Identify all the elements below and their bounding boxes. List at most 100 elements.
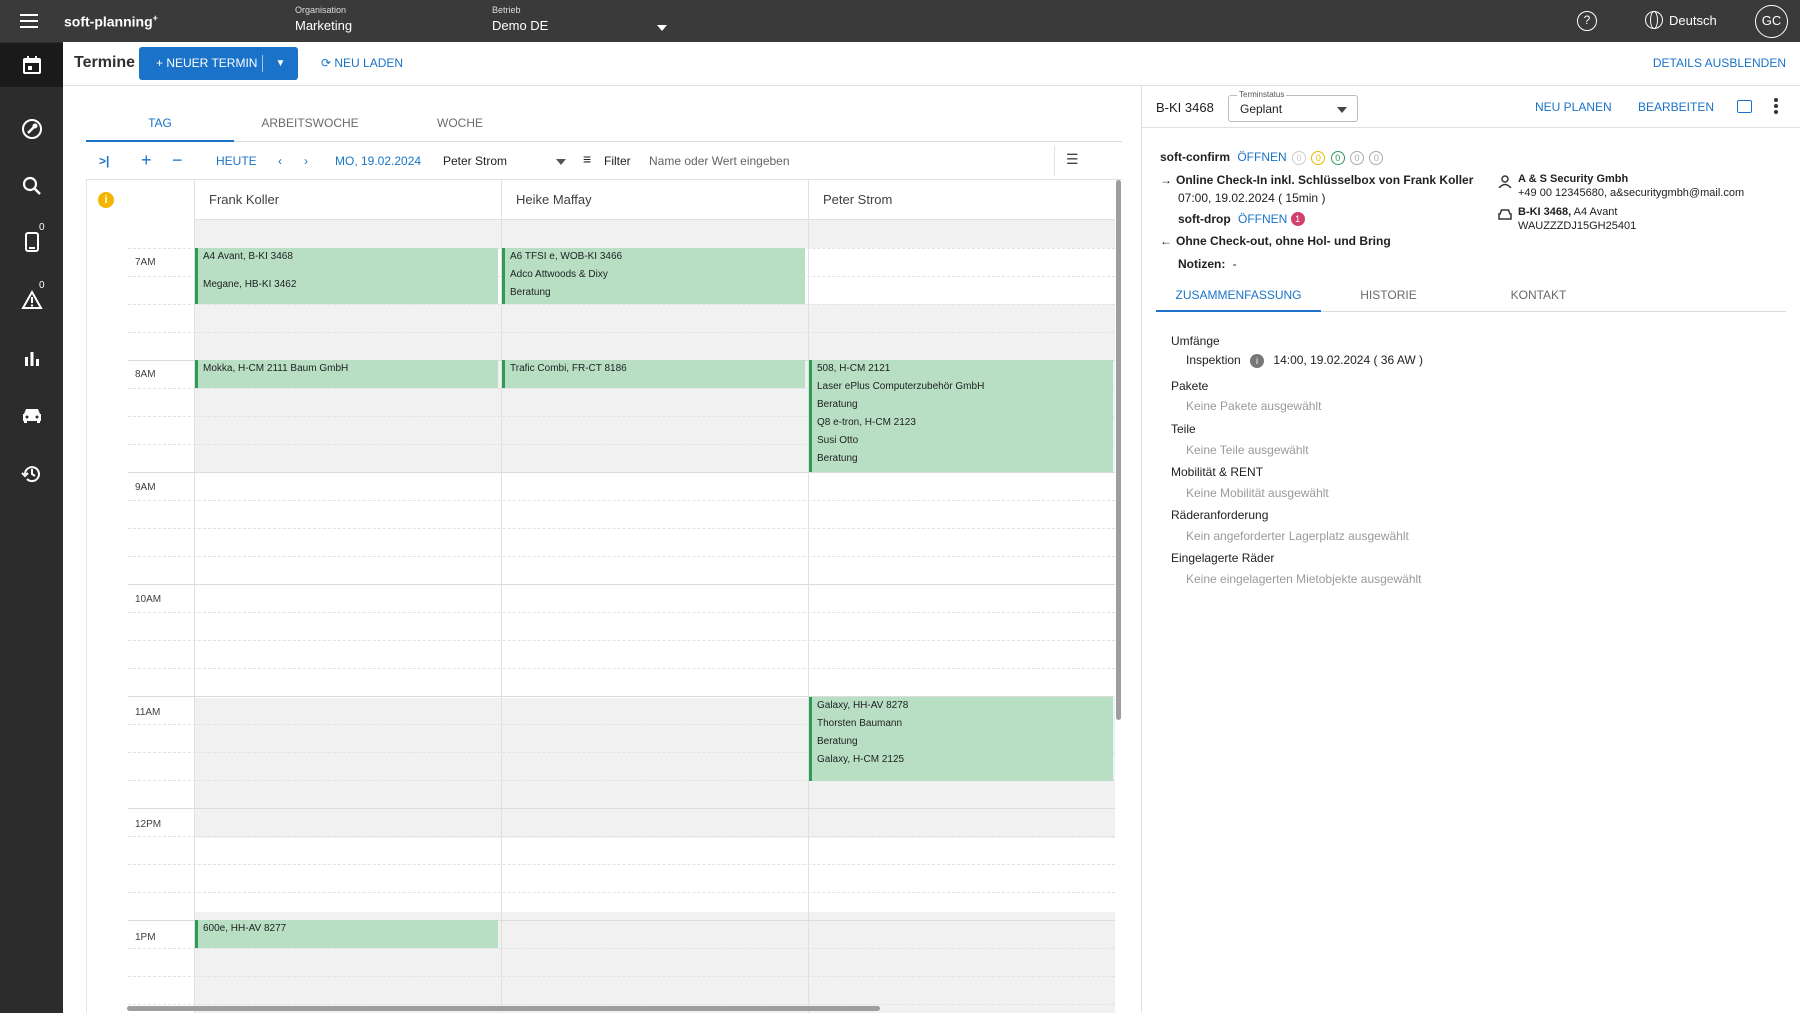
calendar-toolbar: >| + − HEUTE ‹ › MO, 19.02.2024 Peter St… bbox=[86, 143, 1122, 180]
sidebar-item-statistics[interactable] bbox=[0, 336, 63, 380]
arrow-right-icon: → bbox=[1160, 173, 1172, 187]
status-value: Geplant bbox=[1240, 102, 1283, 116]
betrieb-select[interactable]: Betrieb Demo DE bbox=[492, 5, 672, 33]
time-label: 9AM bbox=[135, 482, 156, 493]
menu-icon[interactable] bbox=[18, 10, 40, 32]
collapse-icon[interactable]: >| bbox=[99, 154, 109, 168]
warning-badge: 0 bbox=[39, 280, 45, 291]
history-icon bbox=[20, 466, 40, 483]
help-icon[interactable]: ? bbox=[1577, 11, 1597, 31]
calendar-tabs: TAG ARBEITSWOCHE WOCHE bbox=[86, 105, 1122, 142]
today-button[interactable]: HEUTE bbox=[216, 154, 257, 168]
appointment-event[interactable]: 600e, HH-AV 8277 bbox=[195, 920, 498, 948]
person-select[interactable]: Peter Strom bbox=[443, 154, 507, 168]
next-day-icon[interactable]: › bbox=[304, 154, 308, 168]
warning-icon bbox=[20, 290, 43, 309]
notes-label: Notizen: bbox=[1178, 257, 1226, 271]
checkout-row: ← Ohne Check-out, ohne Hol- und Bring bbox=[1160, 234, 1391, 248]
page-title: Termine bbox=[74, 54, 136, 71]
filter-input[interactable]: Name oder Wert eingeben bbox=[649, 154, 790, 168]
brand-logo: soft-planning+ bbox=[64, 13, 158, 30]
zoom-out-icon[interactable]: − bbox=[172, 150, 183, 171]
time-grid[interactable]: 7AM 8AM 9AM 10AM 11AM 12PM 1PM A4 Avant,… bbox=[87, 220, 1115, 1013]
top-bar: soft-planning+ Organisation Marketing Be… bbox=[0, 0, 1800, 42]
more-options-icon[interactable] bbox=[1774, 98, 1778, 116]
appointment-event[interactable]: 508, H-CM 2121 Laser ePlus Computerzubeh… bbox=[809, 360, 1113, 472]
section-eingelagert: Eingelagerte Räder bbox=[1171, 551, 1275, 565]
teile-value: Keine Teile ausgewählt bbox=[1186, 443, 1309, 457]
organisation-value: Marketing bbox=[295, 18, 353, 33]
event-line: Galaxy, HH-AV 8278 bbox=[817, 700, 909, 711]
appointment-event[interactable]: Trafic Combi, FR-CT 8186 bbox=[502, 360, 805, 388]
sidebar-item-history[interactable] bbox=[0, 452, 63, 496]
reschedule-button[interactable]: NEU PLANEN bbox=[1535, 100, 1612, 114]
hide-details-button[interactable]: DETAILS AUSBLENDEN bbox=[1653, 56, 1786, 70]
status-select[interactable]: Terminstatus Geplant bbox=[1228, 90, 1358, 122]
soft-confirm-row: soft-confirm ÖFFNEN 0 0 0 0 0 bbox=[1160, 150, 1384, 165]
event-line: 508, H-CM 2121 bbox=[817, 363, 891, 374]
sidebar-item-calendar[interactable] bbox=[0, 43, 63, 87]
count-badge: 0 bbox=[1292, 150, 1307, 165]
edit-button[interactable]: BEARBEITEN bbox=[1638, 100, 1714, 114]
tab-day[interactable]: TAG bbox=[86, 105, 234, 142]
chevron-down-icon[interactable] bbox=[556, 159, 566, 165]
date-picker[interactable]: MO, 19.02.2024 bbox=[335, 154, 421, 168]
sidebar-item-tools[interactable] bbox=[0, 107, 63, 151]
customer-name: A & S Security Gmbh bbox=[1518, 173, 1629, 185]
filter-icon[interactable]: ≡ bbox=[583, 151, 591, 167]
prev-day-icon[interactable]: ‹ bbox=[278, 154, 282, 168]
tab-history[interactable]: HISTORIE bbox=[1306, 279, 1471, 312]
tab-workweek[interactable]: ARBEITSWOCHE bbox=[236, 105, 384, 142]
time-label: 7AM bbox=[135, 257, 156, 268]
language-label: Deutsch bbox=[1669, 12, 1717, 28]
section-umfaenge: Umfänge bbox=[1171, 334, 1220, 348]
count-badge: 0 bbox=[1350, 150, 1365, 165]
appointment-event[interactable]: A4 Avant, B-KI 3468 Megane, HB-KI 3462 bbox=[195, 248, 498, 304]
soft-drop-row: soft-drop ÖFFNEN 1 bbox=[1178, 212, 1305, 226]
language-select[interactable]: Deutsch bbox=[1645, 11, 1717, 29]
tab-contact[interactable]: KONTAKT bbox=[1456, 279, 1621, 312]
checkin-time: 07:00, 19.02.2024 ( 15min ) bbox=[1178, 191, 1326, 205]
calendar-grid: i Frank Koller Heike Maffay Peter Strom bbox=[86, 180, 1122, 1013]
appointment-event[interactable]: Galaxy, HH-AV 8278 Thorsten Baumann Bera… bbox=[809, 697, 1113, 781]
time-label: 12PM bbox=[135, 819, 162, 830]
tab-week[interactable]: WOCHE bbox=[386, 105, 534, 142]
print-icon[interactable] bbox=[1737, 100, 1752, 113]
event-line: Mokka, H-CM 2111 Baum GmbH bbox=[203, 363, 349, 374]
info-icon[interactable]: i bbox=[1250, 353, 1265, 368]
event-line: Trafic Combi, FR-CT 8186 bbox=[510, 363, 627, 374]
car-icon bbox=[1498, 209, 1512, 220]
notes-value: - bbox=[1232, 257, 1237, 271]
eingelagert-value: Keine eingelagerten Mietobjekte ausgewäh… bbox=[1186, 572, 1422, 586]
horizontal-scrollbar[interactable] bbox=[127, 1006, 880, 1011]
avatar[interactable]: GC bbox=[1755, 5, 1788, 38]
event-line: A4 Avant, B-KI 3468 bbox=[203, 251, 293, 262]
organisation-select[interactable]: Organisation Marketing bbox=[295, 5, 352, 33]
mobile-icon bbox=[24, 232, 39, 252]
sidebar-item-warnings[interactable]: 0 bbox=[0, 278, 63, 322]
sidebar-item-vehicles[interactable] bbox=[0, 393, 63, 437]
soft-confirm-open-link[interactable]: ÖFFNEN bbox=[1237, 150, 1286, 164]
tab-summary[interactable]: ZUSAMMENFASSUNG bbox=[1156, 279, 1321, 312]
status-label: Terminstatus bbox=[1237, 90, 1287, 99]
sidebar-item-mobile[interactable]: 0 bbox=[0, 220, 63, 264]
soft-drop-open-link[interactable]: ÖFFNEN bbox=[1238, 212, 1287, 226]
soft-confirm-label: soft-confirm bbox=[1160, 150, 1230, 164]
sidebar-item-search[interactable] bbox=[0, 164, 63, 208]
event-line: Beratung bbox=[817, 453, 858, 464]
appointment-event[interactable]: A6 TFSI e, WOB-KI 3466 Adco Attwoods & D… bbox=[502, 248, 805, 304]
list-view-icon[interactable]: ☰ bbox=[1066, 151, 1079, 168]
chevron-down-icon[interactable]: ▼ bbox=[263, 58, 298, 69]
appointment-event[interactable]: Mokka, H-CM 2111 Baum GmbH bbox=[195, 360, 498, 388]
pakete-value: Keine Pakete ausgewählt bbox=[1186, 399, 1322, 413]
info-icon[interactable]: i bbox=[98, 192, 114, 208]
zoom-in-icon[interactable]: + bbox=[141, 150, 152, 171]
vehicle-plate: B-KI 3468, bbox=[1518, 206, 1572, 218]
new-appointment-button[interactable]: + NEUER TERMIN ▼ bbox=[139, 47, 298, 80]
soft-drop-label: soft-drop bbox=[1178, 212, 1231, 226]
customer-contact: +49 00 12345680, a&securitygmbh@mail.com bbox=[1518, 187, 1745, 199]
reload-button[interactable]: ⟳ NEU LADEN bbox=[321, 56, 403, 70]
vertical-scrollbar[interactable] bbox=[1116, 180, 1121, 720]
wrench-icon bbox=[21, 119, 42, 139]
event-line: Galaxy, H-CM 2125 bbox=[817, 754, 905, 765]
